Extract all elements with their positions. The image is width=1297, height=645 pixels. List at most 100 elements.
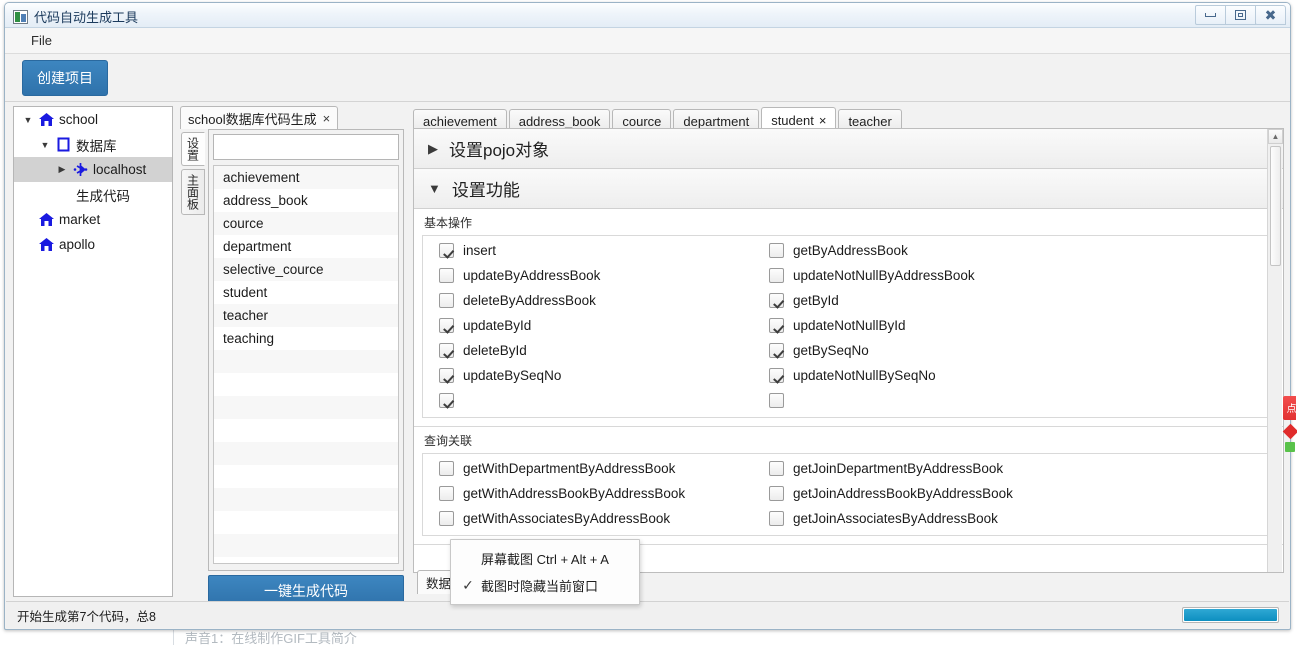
checkbox-checked-icon[interactable] [439, 368, 454, 383]
checkbox-updateNotNullById[interactable]: updateNotNullById [769, 318, 1274, 333]
document-tab-strip: school数据库代码生成 × [177, 102, 407, 129]
checkbox-updateBySeqNo[interactable]: updateBySeqNo [439, 368, 769, 383]
checkbox-label: updateNotNullBySeqNo [793, 368, 936, 383]
home-icon [36, 212, 56, 227]
checkbox-checked-icon[interactable] [439, 343, 454, 358]
config-scroll-area[interactable]: ▶ 设置pojo对象 ▼ 设置功能 基本操作 insert getByAddress… [413, 128, 1284, 573]
table-list[interactable]: achievement address_book cource department s… [213, 165, 399, 564]
table-list-item[interactable]: address_book [214, 189, 398, 212]
context-menu-item-label: 屏幕截图 Ctrl + Alt + A [481, 552, 609, 567]
close-button[interactable]: ✖ [1255, 5, 1286, 25]
table-list-item[interactable]: achievement [214, 166, 398, 189]
close-icon[interactable]: × [323, 111, 331, 126]
close-icon[interactable]: × [819, 113, 827, 128]
table-search-input[interactable] [213, 134, 399, 160]
scrollbar-thumb[interactable] [1270, 146, 1281, 266]
vertical-tab-主面板[interactable]: 主面板 [181, 169, 205, 215]
checkbox-checked-icon[interactable] [439, 393, 454, 408]
tree-item-apollo[interactable]: apollo [14, 232, 172, 257]
checkbox-unchecked-icon[interactable] [769, 486, 784, 501]
section-header-functions[interactable]: ▼ 设置功能 [414, 169, 1283, 209]
screenshot-context-menu[interactable]: 屏幕截图 Ctrl + Alt + A ✓ 截图时隐藏当前窗口 [450, 539, 640, 605]
document-tab-school[interactable]: school数据库代码生成 × [180, 106, 339, 129]
checkbox-getById[interactable]: getById [769, 293, 1274, 308]
context-menu-item[interactable]: 屏幕截图 Ctrl + Alt + A [451, 545, 639, 572]
config-scrollbar[interactable]: ▲ [1267, 129, 1283, 572]
checkbox-label: updateNotNullById [793, 318, 906, 333]
checkbox-insert[interactable]: insert [439, 243, 769, 258]
context-menu-item-label: 截图时隐藏当前窗口 [481, 579, 599, 594]
checkbox-unchecked-icon[interactable] [769, 461, 784, 476]
status-green-icon[interactable] [1285, 442, 1295, 452]
vertical-tab-label: 设置 [185, 137, 200, 161]
checkbox-unchecked-icon[interactable] [769, 511, 784, 526]
checkbox-label: getWithAddressBookByAddressBook [463, 486, 686, 501]
function-group-body: getWithDepartmentByAddressBook getJoinDep… [422, 453, 1275, 536]
vertical-tab-strip: 设置 主面板 [181, 132, 205, 218]
chevron-down-icon[interactable]: ▼ [20, 115, 36, 125]
checkbox-row[interactable] [769, 393, 1274, 408]
checkbox-getWithDepartmentByAddressBook[interactable]: getWithDepartmentByAddressBook [439, 461, 769, 476]
checkbox-row[interactable] [439, 393, 769, 408]
checkbox-grid: getWithDepartmentByAddressBook getJoinDep… [423, 461, 1274, 526]
vertical-tab-设置[interactable]: 设置 [181, 132, 205, 166]
checkbox-getByAddressBook[interactable]: getByAddressBook [769, 243, 1274, 258]
tree-item-localhost[interactable]: ▶ localhost [14, 157, 172, 182]
checkbox-getJoinAddressBookByAddressBook[interactable]: getJoinAddressBookByAddressBook [769, 486, 1274, 501]
checkbox-checked-icon[interactable] [769, 293, 784, 308]
floating-capture-widget[interactable]: 点 [1282, 396, 1297, 452]
checkbox-checked-icon[interactable] [769, 368, 784, 383]
chevron-right-icon[interactable]: ▶ [54, 164, 70, 175]
tree-item-label: 生成代码 [76, 188, 130, 204]
checkbox-getWithAssociatesByAddressBook[interactable]: getWithAssociatesByAddressBook [439, 511, 769, 526]
checkbox-checked-icon[interactable] [439, 318, 454, 333]
tree-item-数据库[interactable]: ▼ 数据库 [14, 132, 172, 157]
checkbox-updateByAddressBook[interactable]: updateByAddressBook [439, 268, 769, 283]
table-list-item[interactable]: teaching [214, 327, 398, 350]
checkbox-deleteByAddressBook[interactable]: deleteByAddressBook [439, 293, 769, 308]
section-header-pojo[interactable]: ▶ 设置pojo对象 [414, 129, 1283, 169]
table-list-item[interactable]: student [214, 281, 398, 304]
checkbox-updateNotNullByAddressBook[interactable]: updateNotNullByAddressBook [769, 268, 1274, 283]
tree-item-market[interactable]: market [14, 207, 172, 232]
checkbox-getWithAddressBookByAddressBook[interactable]: getWithAddressBookByAddressBook [439, 486, 769, 501]
checkbox-unchecked-icon[interactable] [439, 293, 454, 308]
checkbox-getJoinDepartmentByAddressBook[interactable]: getJoinDepartmentByAddressBook [769, 461, 1274, 476]
chevron-down-icon[interactable]: ▼ [37, 140, 53, 150]
table-list-item[interactable]: teacher [214, 304, 398, 327]
table-list-item[interactable]: department [214, 235, 398, 258]
table-list-item[interactable]: cource [214, 212, 398, 235]
checkbox-unchecked-icon[interactable] [439, 268, 454, 283]
chevron-right-icon: ▶ [428, 140, 438, 156]
create-project-button[interactable]: 创建项目 [22, 59, 108, 96]
menu-bar: File [5, 28, 1290, 54]
checkbox-updateNotNullBySeqNo[interactable]: updateNotNullBySeqNo [769, 368, 1274, 383]
checkbox-unchecked-icon[interactable] [439, 461, 454, 476]
minimize-button[interactable] [1195, 5, 1226, 25]
checkbox-checked-icon[interactable] [439, 243, 454, 258]
checkbox-getBySeqNo[interactable]: getBySeqNo [769, 343, 1274, 358]
checkbox-getJoinAssociatesByAddressBook[interactable]: getJoinAssociatesByAddressBook [769, 511, 1274, 526]
tree-item-school[interactable]: ▼ school [14, 107, 172, 132]
checkbox-checked-icon[interactable] [769, 343, 784, 358]
scroll-up-icon[interactable]: ▲ [1268, 129, 1283, 144]
menu-item-file[interactable]: File [23, 30, 60, 51]
maximize-button[interactable] [1225, 5, 1256, 25]
checkbox-checked-icon[interactable] [769, 318, 784, 333]
checkbox-label: getJoinAssociatesByAddressBook [793, 511, 998, 526]
checkbox-unchecked-icon[interactable] [439, 486, 454, 501]
function-groups: 基本操作 insert getByAddressBook updateByAddres… [414, 209, 1283, 545]
checkbox-unchecked-icon[interactable] [769, 393, 784, 408]
checkbox-unchecked-icon[interactable] [769, 268, 784, 283]
chevron-down-icon: ▼ [428, 181, 441, 196]
checkbox-deleteById[interactable]: deleteById [439, 343, 769, 358]
section-title-pojo: 设置pojo对象 [449, 141, 550, 160]
floating-widget-label[interactable]: 点 [1283, 396, 1296, 420]
checkbox-updateById[interactable]: updateById [439, 318, 769, 333]
tree-item-生成代码[interactable]: 生成代码 [14, 182, 172, 207]
table-list-item[interactable]: selective_cource [214, 258, 398, 281]
checkbox-unchecked-icon[interactable] [769, 243, 784, 258]
checkbox-unchecked-icon[interactable] [439, 511, 454, 526]
record-diamond-icon[interactable] [1282, 423, 1297, 440]
context-menu-item[interactable]: ✓ 截图时隐藏当前窗口 [451, 572, 639, 599]
